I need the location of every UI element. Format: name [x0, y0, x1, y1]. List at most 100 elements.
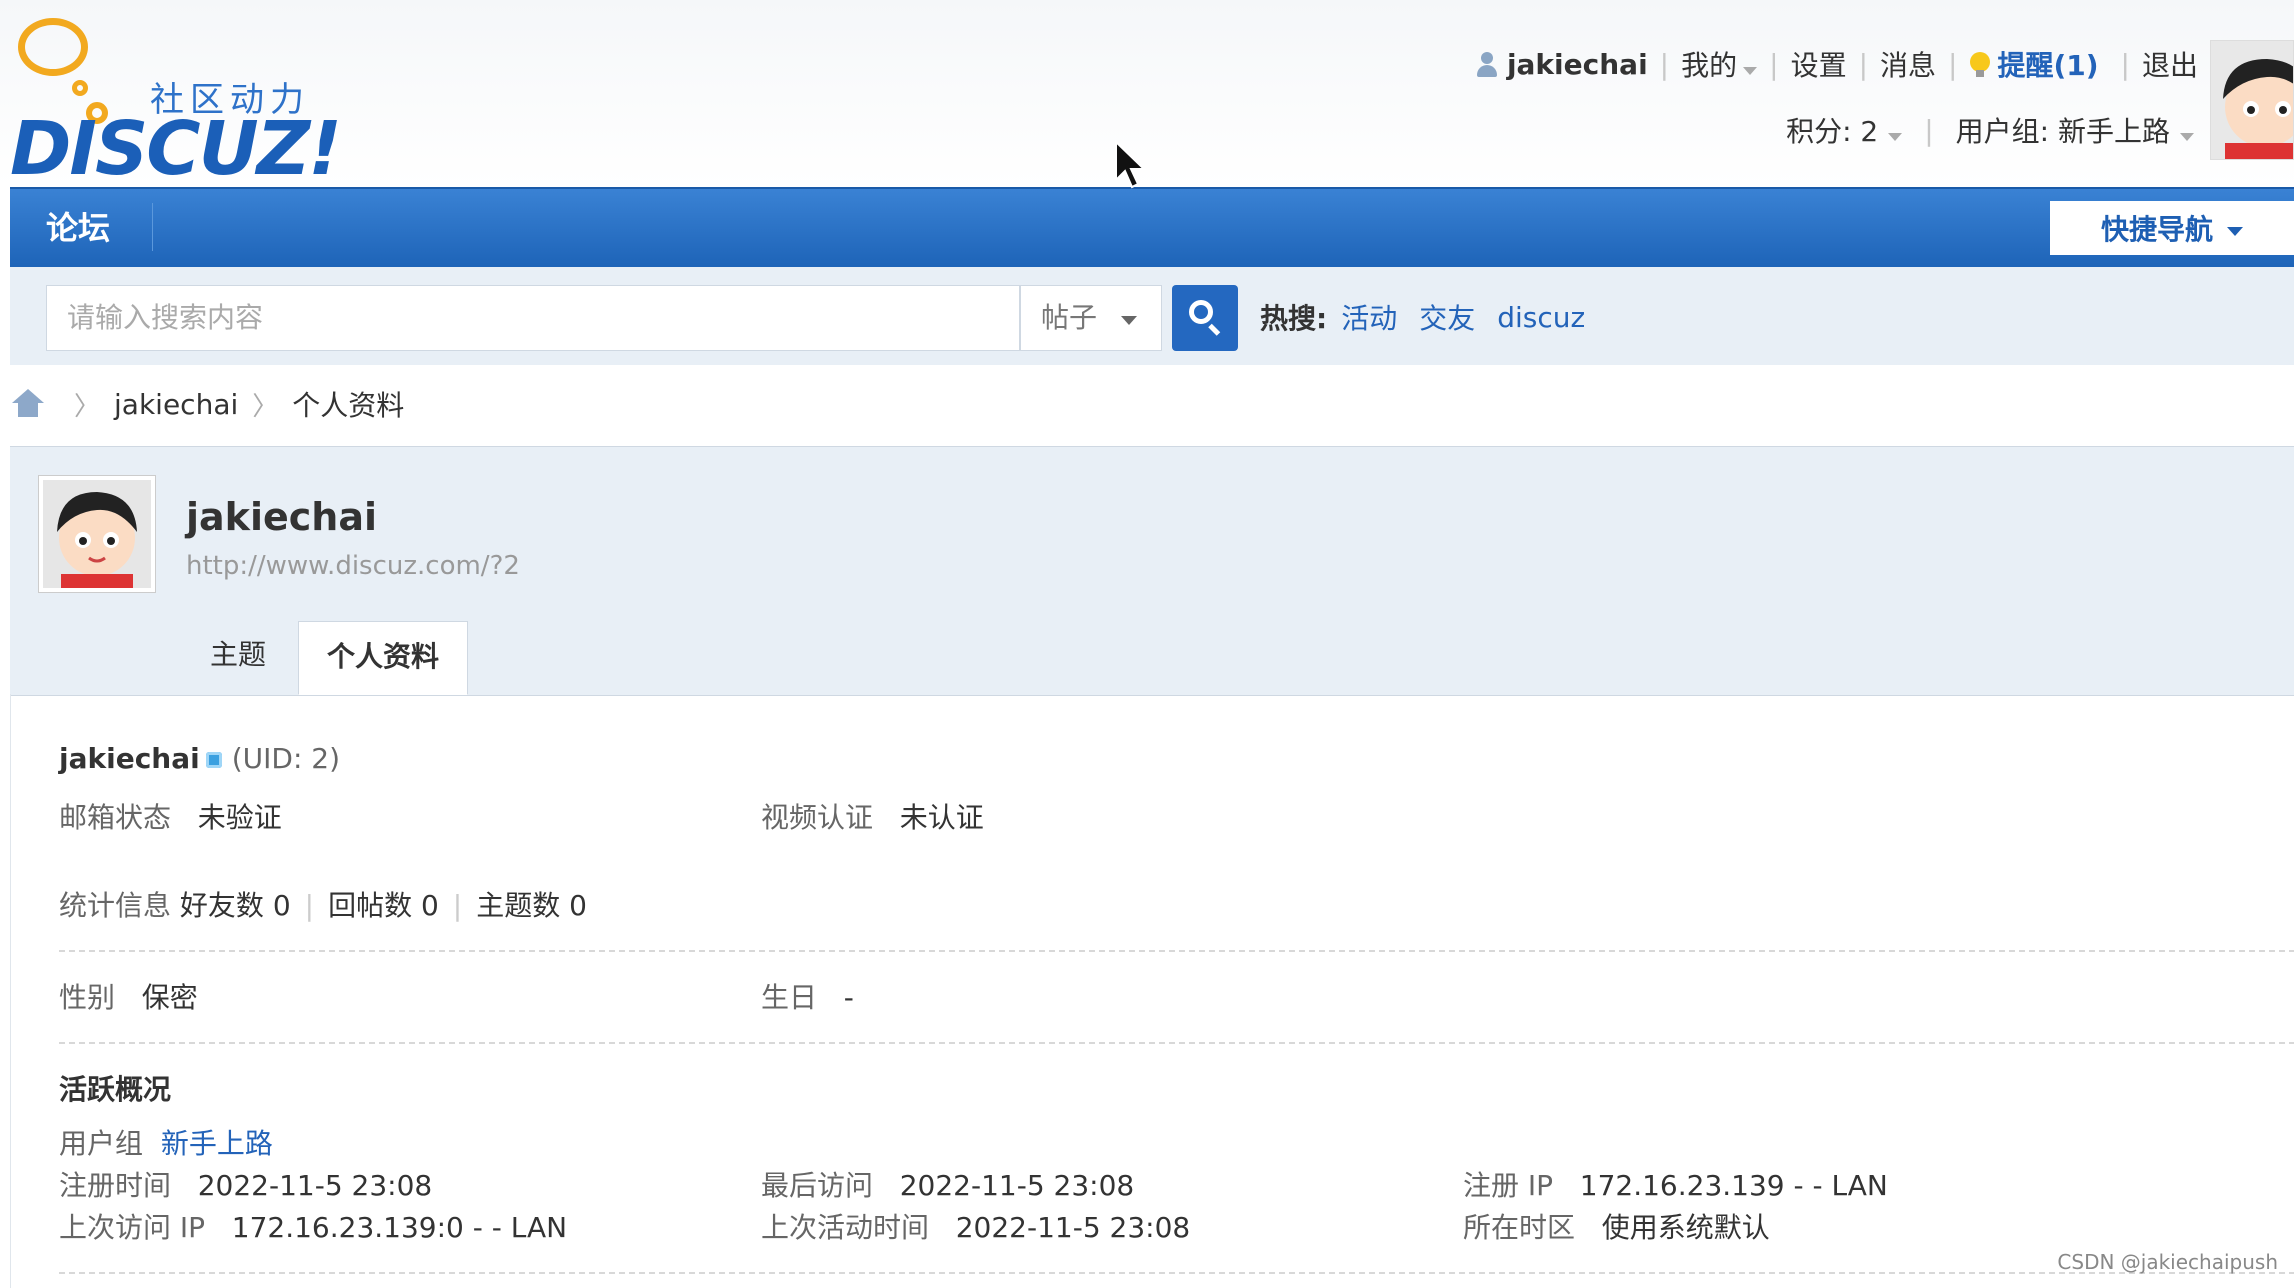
separator: | — [1659, 47, 1670, 81]
video-cert-row: 视频认证 未认证 — [761, 796, 984, 836]
threads-count-link[interactable]: 主题数 0 — [476, 889, 587, 922]
video-cert-label: 视频认证 — [761, 801, 874, 834]
hot-search-link[interactable]: discuz — [1497, 301, 1585, 334]
reg-ip-label: 注册 IP — [1463, 1169, 1554, 1202]
profile-name: jakiechai — [186, 495, 377, 539]
breadcrumb: 〉 jakiechai 〉 个人资料 — [10, 382, 404, 426]
avatar-face-icon — [2211, 41, 2293, 159]
email-status-label: 邮箱状态 — [59, 801, 172, 834]
user-icon — [1475, 50, 1499, 78]
last-ip-value: 172.16.23.139:0 - - LAN — [231, 1211, 568, 1244]
last-visit-label: 最后访问 — [761, 1169, 874, 1202]
profile-avatar[interactable] — [38, 475, 156, 593]
nav-forum-link[interactable]: 论坛 — [46, 203, 110, 249]
logo-bubble-dot-icon — [72, 80, 88, 96]
mine-menu[interactable]: 我的 — [1681, 44, 1758, 84]
breadcrumb-user[interactable]: jakiechai — [114, 388, 238, 421]
birthday-row: 生日 - — [761, 976, 854, 1016]
stats-row: 统计信息 好友数 0 | 回帖数 0 | 主题数 0 — [59, 884, 587, 924]
chevron-down-icon — [1888, 133, 1903, 141]
search-icon-handle — [1208, 323, 1221, 336]
birthday-label: 生日 — [761, 981, 818, 1014]
birthday-value: - — [843, 981, 854, 1014]
gender-label: 性别 — [59, 981, 116, 1014]
separator: | — [1924, 113, 1934, 147]
search-bar: 请输入搜索内容 帖子 热搜: 活动 交友 discuz — [10, 267, 2294, 365]
separator: | — [1858, 47, 1869, 81]
gender-value: 保密 — [141, 981, 198, 1014]
search-type-select[interactable]: 帖子 — [1020, 285, 1162, 351]
watermark: CSDN @jakiechaipush — [2057, 1250, 2278, 1274]
profile-content: jakiechai (UID: 2) 邮箱状态 未验证 视频认证 未认证 统计信息… — [10, 694, 2294, 1288]
search-type-label: 帖子 — [1041, 301, 1098, 334]
logo-bubble-icon — [18, 18, 88, 76]
messages-link[interactable]: 消息 — [1880, 44, 1936, 84]
logo-brand: DISCUZ! — [10, 106, 342, 192]
quick-nav-label: 快捷导航 — [2100, 213, 2213, 246]
quick-nav-button[interactable]: 快捷导航 — [2050, 201, 2294, 255]
last-visit-row: 最后访问 2022-11-5 23:08 — [761, 1164, 1134, 1204]
timezone-value: 使用系统默认 — [1601, 1211, 1770, 1244]
stats-label: 统计信息 — [59, 889, 172, 922]
reg-time-value: 2022-11-5 23:08 — [197, 1169, 433, 1202]
mouse-cursor-icon — [1115, 140, 1147, 189]
reg-ip-value: 172.16.23.139 - - LAN — [1579, 1169, 1888, 1202]
hot-search-link[interactable]: 活动 — [1341, 297, 1397, 337]
user-line: jakiechai (UID: 2) — [59, 742, 340, 775]
usergroup-menu[interactable]: 用户组: 新手上路 — [1956, 110, 2194, 150]
email-status-row: 邮箱状态 未验证 — [59, 796, 282, 836]
chevron-down-icon — [2180, 133, 2194, 141]
gender-row: 性别 保密 — [59, 976, 198, 1016]
friends-count-link[interactable]: 好友数 0 — [180, 889, 291, 922]
last-ip-label: 上次访问 IP — [59, 1211, 206, 1244]
activity-title: 活跃概况 — [59, 1073, 172, 1106]
chevron-down-icon — [2227, 226, 2243, 236]
divider — [59, 1042, 2294, 1044]
group-label: 用户组 — [59, 1127, 144, 1160]
site-logo[interactable]: 社区动力 DISCUZ! — [10, 14, 342, 192]
username-link[interactable]: jakiechai — [1507, 48, 1648, 81]
chevron-down-icon — [1743, 67, 1758, 75]
video-cert-value: 未认证 — [899, 801, 984, 834]
replies-count-link[interactable]: 回帖数 0 — [328, 889, 439, 922]
last-active-value: 2022-11-5 23:08 — [955, 1211, 1191, 1244]
online-status-icon — [205, 752, 222, 768]
tab-profile[interactable]: 个人资料 — [298, 621, 468, 695]
last-visit-value: 2022-11-5 23:08 — [899, 1169, 1135, 1202]
email-status-value: 未验证 — [197, 801, 282, 834]
profile-header: jakiechai http://www.discuz.com/?2 主题 个人… — [10, 446, 2294, 696]
lightbulb-icon — [1969, 50, 1991, 78]
points-menu[interactable]: 积分: 2 — [1786, 110, 1903, 150]
hot-search: 热搜: 活动 交友 discuz — [1260, 295, 1607, 339]
search-input[interactable]: 请输入搜索内容 — [46, 285, 1020, 351]
reg-time-label: 注册时间 — [59, 1169, 172, 1202]
breadcrumb-separator: 〉 — [74, 391, 101, 422]
divider — [59, 1272, 2294, 1274]
settings-link[interactable]: 设置 — [1791, 44, 1847, 84]
remind-link[interactable]: 提醒(1) — [1997, 44, 2098, 84]
reg-time-row: 注册时间 2022-11-5 23:08 — [59, 1164, 432, 1204]
divider — [59, 950, 2294, 952]
last-active-row: 上次活动时间 2022-11-5 23:08 — [761, 1206, 1190, 1246]
nav-divider — [152, 203, 153, 251]
mine-label: 我的 — [1681, 49, 1738, 82]
user-toolbar: jakiechai | 我的 | 设置 | 消息 | 提醒(1) | 退出 — [1475, 44, 2198, 84]
search-icon — [1189, 300, 1213, 324]
header-avatar[interactable] — [2210, 40, 2294, 160]
group-value-link[interactable]: 新手上路 — [161, 1127, 273, 1160]
home-icon[interactable] — [10, 389, 46, 419]
tab-threads[interactable]: 主题 — [210, 633, 266, 673]
breadcrumb-separator: 〉 — [252, 391, 279, 422]
reg-ip-row: 注册 IP 172.16.23.139 - - LAN — [1463, 1164, 1888, 1204]
breadcrumb-current: 个人资料 — [292, 389, 405, 422]
search-button[interactable] — [1172, 285, 1238, 351]
avatar-face-icon — [43, 480, 151, 588]
detail-username: jakiechai — [59, 742, 200, 775]
profile-url[interactable]: http://www.discuz.com/?2 — [186, 551, 520, 581]
timezone-label: 所在时区 — [1463, 1211, 1576, 1244]
logout-link[interactable]: 退出 — [2142, 44, 2198, 84]
separator: | — [304, 889, 315, 922]
hot-search-link[interactable]: 交友 — [1419, 297, 1475, 337]
main-navbar: 论坛 快捷导航 — [10, 187, 2294, 267]
user-stats-bar: 积分: 2 | 用户组: 新手上路 — [1786, 110, 2194, 150]
